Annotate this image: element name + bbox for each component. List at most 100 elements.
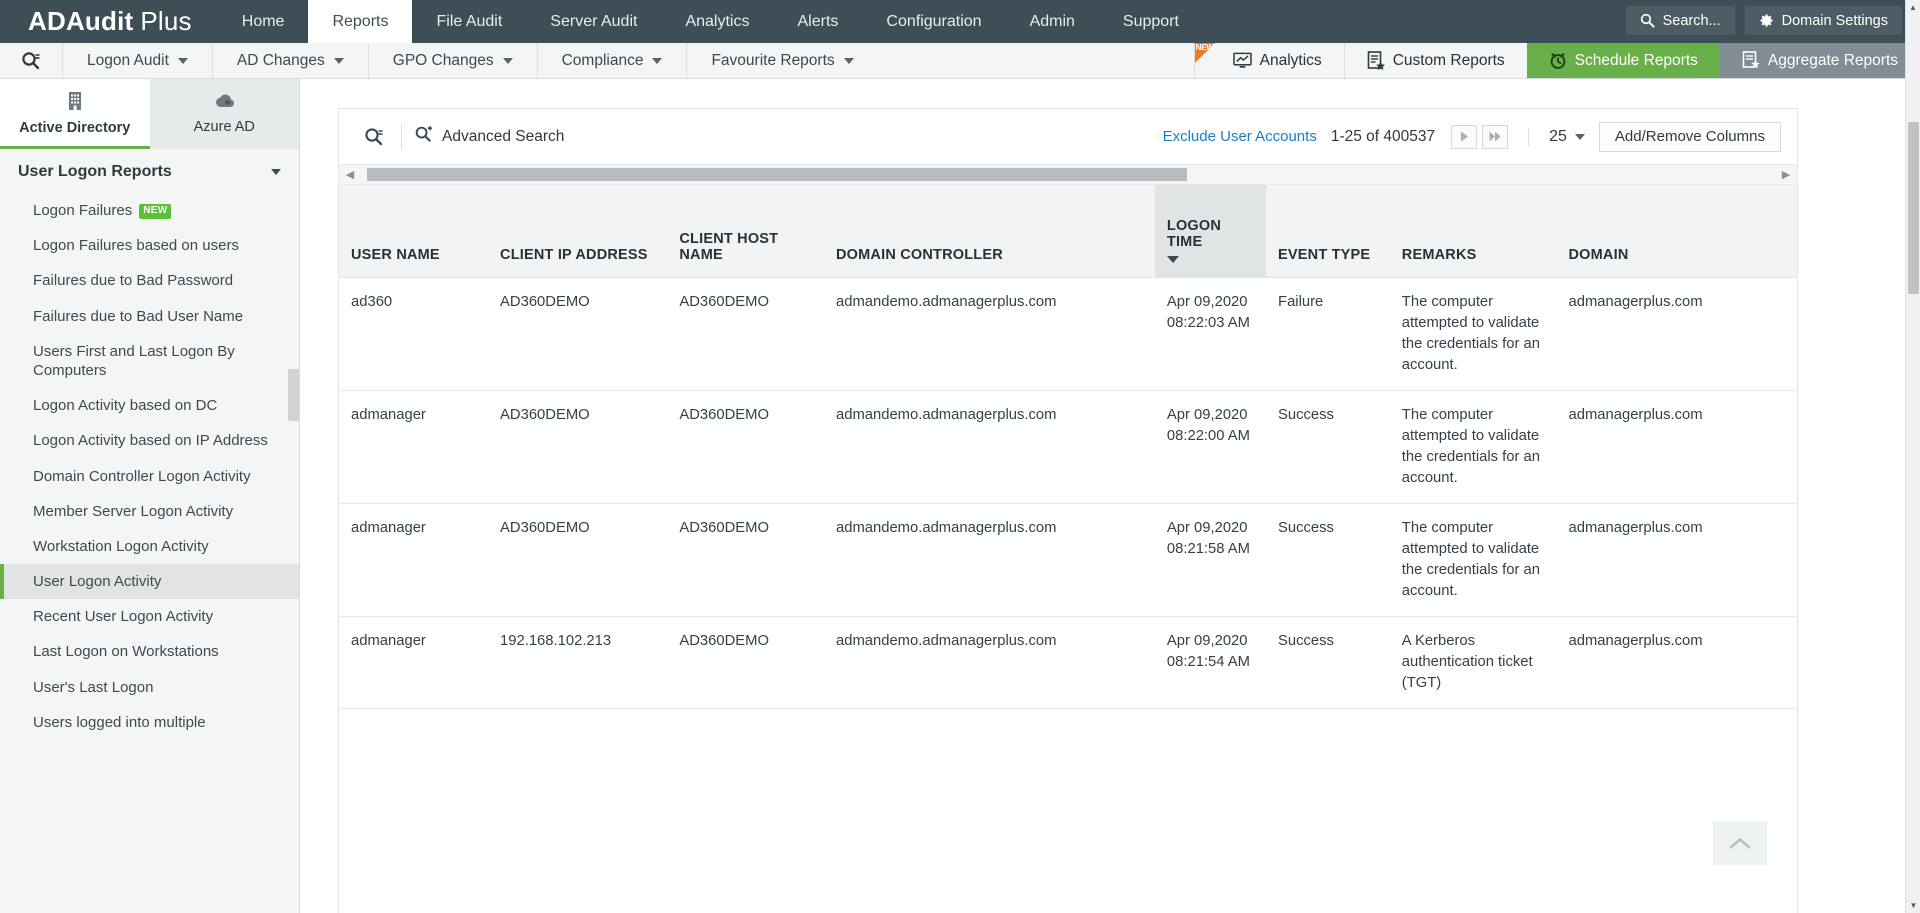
nav-item-file-audit[interactable]: File Audit xyxy=(412,0,526,43)
scroll-to-top-button[interactable] xyxy=(1713,821,1767,865)
hscroll-track[interactable] xyxy=(361,168,1775,181)
column-header-domain-controller[interactable]: DOMAIN CONTROLLER xyxy=(824,185,1155,277)
sidebar-item-users-first-and-last-logon-by-computers[interactable]: Users First and Last Logon By Computers xyxy=(0,334,299,388)
sidebar-item-last-logon-on-workstations[interactable]: Last Logon on Workstations xyxy=(0,634,299,669)
left-sidebar: Active Directory Azure AD User Logon Rep… xyxy=(0,79,300,913)
column-header-label: LOGON TIME xyxy=(1167,218,1221,250)
cell-event-type: Success xyxy=(1266,616,1390,708)
page-size-selector[interactable]: 25 xyxy=(1528,128,1585,146)
tab-active-directory[interactable]: Active Directory xyxy=(0,79,150,149)
column-header-remarks[interactable]: REMARKS xyxy=(1390,185,1557,277)
nav-item-admin[interactable]: Admin xyxy=(1006,0,1099,43)
nav-item-server-audit[interactable]: Server Audit xyxy=(526,0,661,43)
sidebar-item-domain-controller-logon-activity[interactable]: Domain Controller Logon Activity xyxy=(0,459,299,494)
cell-event-type: Success xyxy=(1266,503,1390,616)
domain-settings-button[interactable]: Domain Settings xyxy=(1745,6,1902,35)
report-search-icon[interactable] xyxy=(353,126,395,148)
subnav-tab-custom-reports[interactable]: Custom Reports xyxy=(1344,43,1527,78)
column-header-client-ip[interactable]: CLIENT IP ADDRESS xyxy=(488,185,667,277)
sidebar-item-member-server-logon-activity[interactable]: Member Server Logon Activity xyxy=(0,494,299,529)
new-ribbon-label: NEW xyxy=(1196,43,1214,52)
nav-item-support[interactable]: Support xyxy=(1099,0,1203,43)
sidebar-item-label: Logon Activity based on DC xyxy=(33,397,217,414)
primary-nav: HomeReportsFile AuditServer AuditAnalyti… xyxy=(218,0,1203,43)
nav-item-reports[interactable]: Reports xyxy=(308,0,412,43)
subnav-menu-logon-audit[interactable]: Logon Audit xyxy=(62,43,212,78)
sidebar-item-label: Domain Controller Logon Activity xyxy=(33,468,251,485)
table-row[interactable]: admanager192.168.102.213AD360DEMOadmande… xyxy=(339,616,1797,708)
subnav-menu-gpo-changes[interactable]: GPO Changes xyxy=(368,43,537,78)
hscroll-thumb[interactable] xyxy=(367,168,1187,181)
subnav-menu-compliance[interactable]: Compliance xyxy=(537,43,687,78)
last-page-button[interactable] xyxy=(1482,125,1508,149)
tab-azure-ad-label: Azure AD xyxy=(194,119,255,135)
table-row[interactable]: ad360AD360DEMOAD360DEMOadmandemo.admanag… xyxy=(339,277,1797,390)
sidebar-item-failures-due-to-bad-user-name[interactable]: Failures due to Bad User Name xyxy=(0,299,299,334)
subnav-menu-favourite-reports[interactable]: Favourite Reports xyxy=(686,43,877,78)
subnav-tab-aggregate-reports[interactable]: Aggregate Reports xyxy=(1720,43,1920,78)
sidebar-group-header[interactable]: User Logon Reports xyxy=(0,149,299,193)
cloud-icon xyxy=(211,90,237,116)
table-scroll-area: USER NAMECLIENT IP ADDRESSCLIENT HOST NA… xyxy=(339,185,1797,913)
cell-client-host: AD360DEMO xyxy=(667,277,824,390)
column-header-user-name[interactable]: USER NAME xyxy=(339,185,488,277)
add-remove-columns-button[interactable]: Add/Remove Columns xyxy=(1599,122,1781,152)
main-content: Advanced Search Exclude User Accounts 1-… xyxy=(300,79,1905,913)
nav-item-alerts[interactable]: Alerts xyxy=(773,0,862,43)
exclude-user-accounts-link[interactable]: Exclude User Accounts xyxy=(1163,128,1317,145)
subnav-tab-schedule-reports[interactable]: Schedule Reports xyxy=(1527,43,1720,78)
subnav-spacer xyxy=(878,43,1194,78)
app-logo[interactable]: ADAudit Plus xyxy=(0,0,218,43)
secondary-nav-bar: Logon AuditAD ChangesGPO ChangesComplian… xyxy=(0,43,1920,79)
toolbar-divider xyxy=(401,124,402,150)
sidebar-item-label: Logon Failures based on users xyxy=(33,237,239,254)
scroll-up-arrow-icon[interactable]: ▲ xyxy=(1906,0,1920,15)
table-row[interactable]: admanagerAD360DEMOAD360DEMOadmandemo.adm… xyxy=(339,390,1797,503)
advanced-search-icon xyxy=(414,125,433,149)
sidebar-item-user-s-last-logon[interactable]: User's Last Logon xyxy=(0,670,299,705)
report-search-icon[interactable] xyxy=(0,43,62,78)
nav-item-analytics[interactable]: Analytics xyxy=(661,0,773,43)
report-panel: Advanced Search Exclude User Accounts 1-… xyxy=(338,108,1798,913)
column-header-logon-time[interactable]: LOGON TIME xyxy=(1155,185,1266,277)
search-button[interactable]: Search... xyxy=(1626,6,1735,35)
cell-user-name: admanager xyxy=(339,616,488,708)
sidebar-item-logon-failures-based-on-users[interactable]: Logon Failures based on users xyxy=(0,228,299,263)
scroll-down-arrow-icon[interactable]: ▼ xyxy=(1906,898,1920,913)
chevron-down-icon xyxy=(334,58,344,64)
horizontal-scrollbar[interactable]: ◀ ▶ xyxy=(339,164,1797,185)
sidebar-item-label: Member Server Logon Activity xyxy=(33,503,233,520)
subnav-menu-ad-changes[interactable]: AD Changes xyxy=(212,43,368,78)
sidebar-item-workstation-logon-activity[interactable]: Workstation Logon Activity xyxy=(0,529,299,564)
sidebar-item-user-logon-activity[interactable]: User Logon Activity xyxy=(0,564,299,599)
column-header-event-type[interactable]: EVENT TYPE xyxy=(1266,185,1390,277)
sidebar-item-logon-activity-based-on-ip-address[interactable]: Logon Activity based on IP Address xyxy=(0,423,299,458)
sidebar-item-users-logged-into-multiple[interactable]: Users logged into multiple xyxy=(0,705,299,740)
sidebar-item-recent-user-logon-activity[interactable]: Recent User Logon Activity xyxy=(0,599,299,634)
cell-client-host: AD360DEMO xyxy=(667,503,824,616)
sidebar-item-logon-activity-based-on-dc[interactable]: Logon Activity based on DC xyxy=(0,388,299,423)
new-badge: NEW xyxy=(139,204,171,219)
sidebar-item-failures-due-to-bad-password[interactable]: Failures due to Bad Password xyxy=(0,263,299,298)
nav-item-configuration[interactable]: Configuration xyxy=(862,0,1005,43)
scroll-left-icon[interactable]: ◀ xyxy=(339,168,361,181)
search-icon xyxy=(1640,13,1655,28)
page-scrollbar[interactable]: ▲ ▼ xyxy=(1905,0,1920,913)
scroll-right-icon[interactable]: ▶ xyxy=(1775,168,1797,181)
table-row[interactable]: admanagerAD360DEMOAD360DEMOadmandemo.adm… xyxy=(339,503,1797,616)
cell-user-name: admanager xyxy=(339,390,488,503)
gear-icon xyxy=(1759,13,1774,28)
tab-azure-ad[interactable]: Azure AD xyxy=(150,79,300,149)
nav-item-home[interactable]: Home xyxy=(218,0,309,43)
page-scrollbar-thumb[interactable] xyxy=(1908,122,1919,294)
subnav-tab-label: Schedule Reports xyxy=(1575,52,1698,70)
page-size-value: 25 xyxy=(1549,128,1567,146)
advanced-search-button[interactable]: Advanced Search xyxy=(408,125,564,149)
table-header-row: USER NAMECLIENT IP ADDRESSCLIENT HOST NA… xyxy=(339,185,1797,277)
sidebar-item-logon-failures[interactable]: Logon FailuresNEW xyxy=(0,193,299,228)
column-header-client-host[interactable]: CLIENT HOST NAME xyxy=(667,185,824,277)
subnav-tab-analytics[interactable]: NEWAnalytics xyxy=(1194,43,1344,78)
next-page-button[interactable] xyxy=(1451,125,1477,149)
sidebar-scroll-handle[interactable] xyxy=(288,369,299,421)
column-header-domain[interactable]: DOMAIN xyxy=(1557,185,1798,277)
